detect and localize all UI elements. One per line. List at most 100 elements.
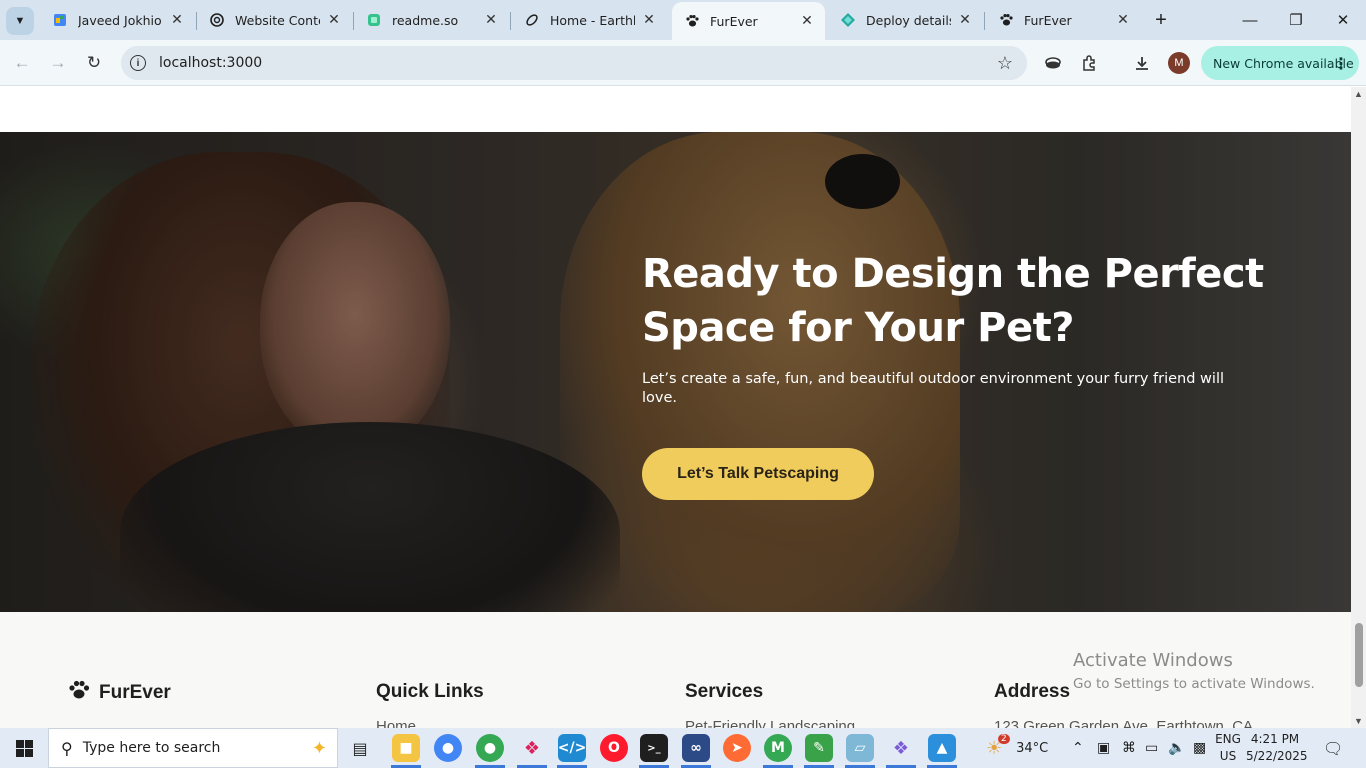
google-docs-icon <box>52 12 68 28</box>
photos-icon[interactable]: ▲ <box>928 734 956 762</box>
clock-time: 4:21 PM <box>1250 732 1300 746</box>
tray-chevron-up-icon[interactable]: ⌃ <box>1072 728 1084 768</box>
tablet-app-icon[interactable]: ▱ <box>846 734 874 762</box>
weather-badge: 2 <box>998 733 1010 744</box>
opera-icon[interactable]: O <box>600 734 628 762</box>
sparkle-icon: ✦ <box>311 737 327 759</box>
footer-link-service[interactable]: Pet-Friendly Landscaping <box>685 718 855 728</box>
scroll-up-arrow-icon[interactable]: ▲ <box>1354 89 1363 99</box>
extensions-puzzle-icon[interactable] <box>1078 52 1100 74</box>
tab-readme[interactable]: readme.so ✕ <box>354 2 509 38</box>
slack-icon[interactable]: ❖ <box>518 734 546 762</box>
close-icon[interactable]: ✕ <box>169 12 185 28</box>
site-info-icon[interactable]: i <box>130 55 146 71</box>
tab-strip: ▼ Javeed Jokhio - ( ✕ Website Content ✕ … <box>0 0 1366 40</box>
close-icon[interactable]: ✕ <box>326 12 342 28</box>
tab-title: Home - Earthly D <box>550 12 635 28</box>
terminal-icon[interactable]: >_ <box>640 734 668 762</box>
chatgpt-icon <box>209 12 225 28</box>
notepad-plus-icon[interactable]: ✎ <box>805 734 833 762</box>
chrome-profile-icon[interactable]: ● <box>476 734 504 762</box>
search-placeholder: Type here to search <box>82 740 221 756</box>
notification-center-icon[interactable]: 🗨 <box>1323 728 1343 768</box>
netlify-icon <box>840 12 856 28</box>
scroll-down-arrow-icon[interactable]: ▼ <box>1354 716 1363 726</box>
file-explorer-icon[interactable]: ■ <box>392 734 420 762</box>
battery-icon[interactable]: ▭ <box>1145 728 1158 768</box>
tab-furever[interactable]: FurEver ✕ <box>986 2 1141 38</box>
close-icon[interactable]: ✕ <box>799 13 815 29</box>
close-icon: ✕ <box>1336 12 1350 29</box>
extension-puck-icon[interactable] <box>1042 52 1064 74</box>
close-icon[interactable]: ✕ <box>483 12 499 28</box>
address-bar[interactable]: i localhost:3000 ☆ <box>121 46 1027 80</box>
minimize-button[interactable]: — <box>1237 8 1263 32</box>
hero-title: Ready to Design the Perfect Space for Yo… <box>642 251 1264 351</box>
chrome-profile-m-icon[interactable]: M <box>764 734 792 762</box>
profile-avatar[interactable]: M <box>1168 52 1190 74</box>
arrow-right-icon: → <box>49 53 67 72</box>
footer-brand-name: FurEver <box>99 682 171 703</box>
browser-toolbar: ← → ↻ i localhost:3000 ☆ M New Chrome av… <box>0 40 1366 86</box>
start-button[interactable] <box>0 728 48 768</box>
tab-separator <box>984 12 985 30</box>
tab-deploy-details[interactable]: Deploy details | ✕ <box>828 2 983 38</box>
watermark-line2: Go to Settings to activate Windows. <box>1073 676 1315 692</box>
cluster-app-icon[interactable]: ❖ <box>887 734 915 762</box>
readme-icon <box>366 12 382 28</box>
language-code: ENG <box>1215 732 1241 746</box>
page-scrollbar[interactable]: ▲ ▼ <box>1351 87 1366 728</box>
tray-meet-icon[interactable]: ▣ <box>1097 728 1110 768</box>
footer-brand[interactable]: FurEver <box>68 680 171 706</box>
close-icon[interactable]: ✕ <box>641 12 657 28</box>
footer-link-home[interactable]: Home <box>376 718 416 728</box>
bookmark-star-icon[interactable]: ☆ <box>997 53 1013 74</box>
close-icon[interactable]: ✕ <box>957 12 973 28</box>
url-text[interactable]: localhost:3000 <box>159 55 262 71</box>
footer-address-line: 123 Green Garden Ave, Earthtown, CA <box>994 718 1254 728</box>
footer-heading-services: Services <box>685 681 764 702</box>
new-tab-button[interactable]: + <box>1150 9 1172 31</box>
footer-heading-address: Address <box>994 681 1071 702</box>
weather-widget[interactable]: ☀ 2 34°C <box>986 728 1048 768</box>
lets-talk-petscaping-button[interactable]: Let’s Talk Petscaping <box>642 448 874 500</box>
tab-title: Deploy details | <box>866 12 951 28</box>
back-button[interactable]: ← <box>10 51 34 75</box>
postman-icon[interactable]: ➤ <box>723 734 751 762</box>
taskbar-clock[interactable]: 4:21 PM 5/22/2025 <box>1246 731 1308 765</box>
paw-icon <box>68 680 90 706</box>
tab-search-button[interactable]: ▼ <box>6 7 34 35</box>
weather-icon: ☀ 2 <box>986 733 1010 759</box>
scrollbar-thumb[interactable] <box>1355 623 1363 687</box>
tab-earthly[interactable]: Home - Earthly D ✕ <box>512 2 667 38</box>
close-icon[interactable]: ✕ <box>1115 12 1131 28</box>
chrome-icon[interactable]: ● <box>434 734 462 762</box>
activate-windows-watermark: Activate Windows Go to Settings to activ… <box>1073 650 1315 692</box>
restore-button[interactable]: ❐ <box>1283 8 1309 32</box>
new-chrome-available-button[interactable]: New Chrome available ⋮ <box>1201 46 1359 80</box>
vscode-icon[interactable]: </> <box>558 734 586 762</box>
close-window-button[interactable]: ✕ <box>1330 8 1356 32</box>
region-code: US <box>1219 749 1237 763</box>
link-icon <box>524 12 540 28</box>
chevron-down-icon: ▼ <box>14 15 26 27</box>
language-indicator[interactable]: ENG US <box>1212 731 1244 765</box>
download-icon[interactable] <box>1131 52 1153 74</box>
tab-website-content[interactable]: Website Content ✕ <box>197 2 352 38</box>
tab-javeed[interactable]: Javeed Jokhio - ( ✕ <box>40 2 195 38</box>
vs-icon[interactable]: ∞ <box>682 734 710 762</box>
paw-icon <box>998 12 1014 28</box>
taskbar-search-box[interactable]: ⚲ Type here to search ✦ <box>48 728 338 768</box>
wifi-icon[interactable]: ⌘ <box>1122 728 1136 768</box>
task-view-icon[interactable]: ▤ <box>346 734 374 762</box>
watermark-line1: Activate Windows <box>1073 650 1233 671</box>
forward-button[interactable]: → <box>46 51 70 75</box>
tab-furever-active[interactable]: FurEver ✕ <box>672 2 825 40</box>
kebab-menu-icon[interactable]: ⋮ <box>1333 54 1349 73</box>
reload-button[interactable]: ↻ <box>82 51 106 75</box>
display-icon[interactable]: ▩ <box>1193 728 1206 768</box>
minimize-icon: — <box>1242 11 1258 29</box>
tab-title: readme.so <box>392 12 459 28</box>
tab-title: FurEver <box>710 13 758 29</box>
volume-icon[interactable]: 🔈 <box>1168 728 1185 768</box>
